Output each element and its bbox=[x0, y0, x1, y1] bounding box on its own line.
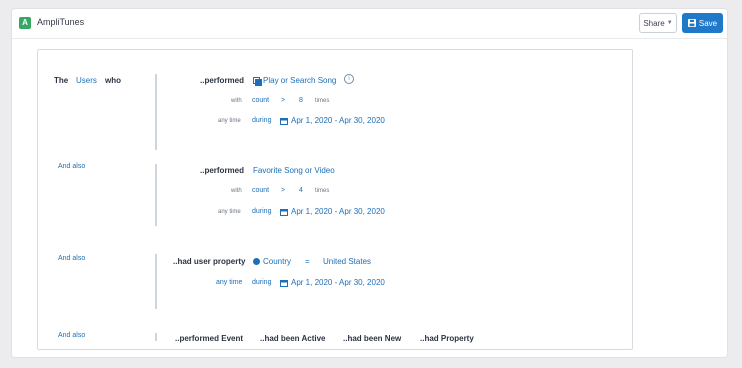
add-had-property[interactable]: ..had Property bbox=[420, 334, 474, 343]
calendar-icon bbox=[280, 208, 288, 216]
calendar-icon bbox=[280, 279, 288, 287]
property-value-selector[interactable]: United States bbox=[323, 257, 371, 266]
condition-divider bbox=[155, 254, 157, 309]
metric-selector[interactable]: count bbox=[252, 187, 269, 194]
cohort-definition: The Users who ..performed Play or Search… bbox=[37, 49, 633, 350]
condition-action: ..had user property bbox=[173, 257, 246, 266]
during-selector[interactable]: during bbox=[252, 208, 271, 215]
operator-selector[interactable]: = bbox=[305, 257, 310, 266]
date-range: Apr 1, 2020 - Apr 30, 2020 bbox=[291, 207, 385, 216]
globe-icon bbox=[253, 258, 260, 265]
metric-selector[interactable]: count bbox=[252, 97, 269, 104]
time-label: any time bbox=[218, 118, 241, 124]
condition-divider bbox=[155, 333, 157, 341]
share-label: Share bbox=[643, 18, 665, 28]
share-button[interactable]: Share ▼ bbox=[639, 13, 677, 33]
add-had-been-active[interactable]: ..had been Active bbox=[260, 334, 326, 343]
info-icon[interactable]: i bbox=[344, 74, 354, 84]
unit-label: times bbox=[315, 98, 330, 104]
date-range-picker[interactable]: Apr 1, 2020 - Apr 30, 2020 bbox=[280, 116, 385, 125]
event-label: Play or Search Song bbox=[263, 76, 337, 85]
condition-divider bbox=[155, 164, 157, 226]
value-input[interactable]: 8 bbox=[299, 97, 303, 104]
condition-divider bbox=[155, 74, 157, 150]
subject-selector[interactable]: Users bbox=[76, 76, 97, 85]
property-label: Country bbox=[263, 257, 292, 266]
condition-action: ..performed bbox=[200, 76, 245, 85]
app-logo-icon: A bbox=[19, 17, 31, 29]
property-selector[interactable]: Country bbox=[253, 257, 291, 266]
and-also-connector[interactable]: And also bbox=[58, 332, 85, 339]
operator-selector[interactable]: > bbox=[281, 187, 285, 194]
cohort-prefix: The bbox=[54, 76, 69, 85]
date-range: Apr 1, 2020 - Apr 30, 2020 bbox=[291, 278, 385, 287]
add-had-been-new[interactable]: ..had been New bbox=[343, 334, 401, 343]
event-selector[interactable]: Play or Search Song bbox=[253, 76, 337, 86]
with-label: with bbox=[231, 188, 242, 194]
event-icon bbox=[253, 77, 262, 86]
time-selector[interactable]: any time bbox=[216, 279, 242, 286]
date-range: Apr 1, 2020 - Apr 30, 2020 bbox=[291, 116, 385, 125]
date-range-picker[interactable]: Apr 1, 2020 - Apr 30, 2020 bbox=[280, 278, 385, 287]
event-selector[interactable]: Favorite Song or Video bbox=[253, 166, 335, 175]
time-label: any time bbox=[218, 209, 241, 215]
save-button[interactable]: Save bbox=[682, 13, 723, 33]
and-also-connector[interactable]: And also bbox=[58, 163, 85, 170]
value-input[interactable]: 4 bbox=[299, 187, 303, 194]
during-selector[interactable]: during bbox=[252, 279, 271, 286]
app-title: AmpliTunes bbox=[37, 17, 85, 27]
unit-label: times bbox=[315, 188, 330, 194]
property-value: United States bbox=[323, 257, 372, 266]
add-performed-event[interactable]: ..performed Event bbox=[175, 334, 243, 343]
cohort-panel: A AmpliTunes Share ▼ Save The Users who … bbox=[11, 8, 728, 358]
date-range-picker[interactable]: Apr 1, 2020 - Apr 30, 2020 bbox=[280, 207, 385, 216]
during-selector[interactable]: during bbox=[252, 117, 271, 124]
and-also-connector[interactable]: And also bbox=[58, 255, 85, 262]
cohort-who: who bbox=[105, 76, 121, 85]
save-label: Save bbox=[698, 18, 718, 28]
calendar-icon bbox=[280, 117, 288, 125]
operator-selector[interactable]: > bbox=[281, 97, 285, 104]
save-icon bbox=[687, 19, 696, 27]
chevron-down-icon: ▼ bbox=[666, 20, 673, 26]
condition-action: ..performed bbox=[200, 166, 245, 175]
top-bar: A AmpliTunes Share ▼ Save bbox=[12, 9, 727, 39]
with-label: with bbox=[231, 98, 242, 104]
